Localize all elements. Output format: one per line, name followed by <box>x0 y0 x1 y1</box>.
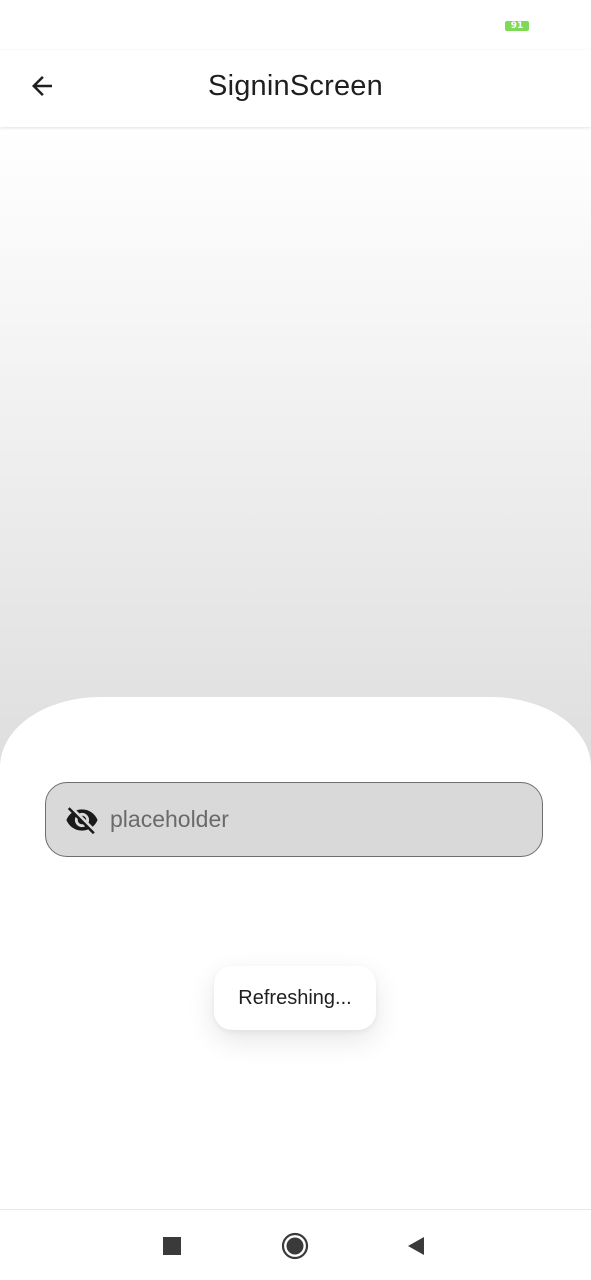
signin-sheet: Refreshing... <box>0 697 591 1209</box>
app-bar: SigninScreen <box>0 50 591 127</box>
square-icon <box>163 1237 181 1255</box>
password-field <box>45 782 543 857</box>
system-nav-bar <box>0 1209 591 1280</box>
home-button[interactable] <box>277 1228 313 1264</box>
toast-message: Refreshing... <box>214 966 376 1030</box>
eye-off-icon <box>66 806 98 834</box>
header-background <box>0 127 591 767</box>
password-input[interactable] <box>110 806 524 833</box>
page-title: SigninScreen <box>208 70 383 102</box>
status-bar: 91 <box>0 0 591 50</box>
recents-button[interactable] <box>154 1228 190 1264</box>
nav-back-button[interactable] <box>398 1228 434 1264</box>
triangle-left-icon <box>408 1237 424 1255</box>
circle-icon <box>281 1232 309 1260</box>
battery-indicator: 91 <box>505 21 529 31</box>
visibility-toggle[interactable] <box>64 802 100 838</box>
